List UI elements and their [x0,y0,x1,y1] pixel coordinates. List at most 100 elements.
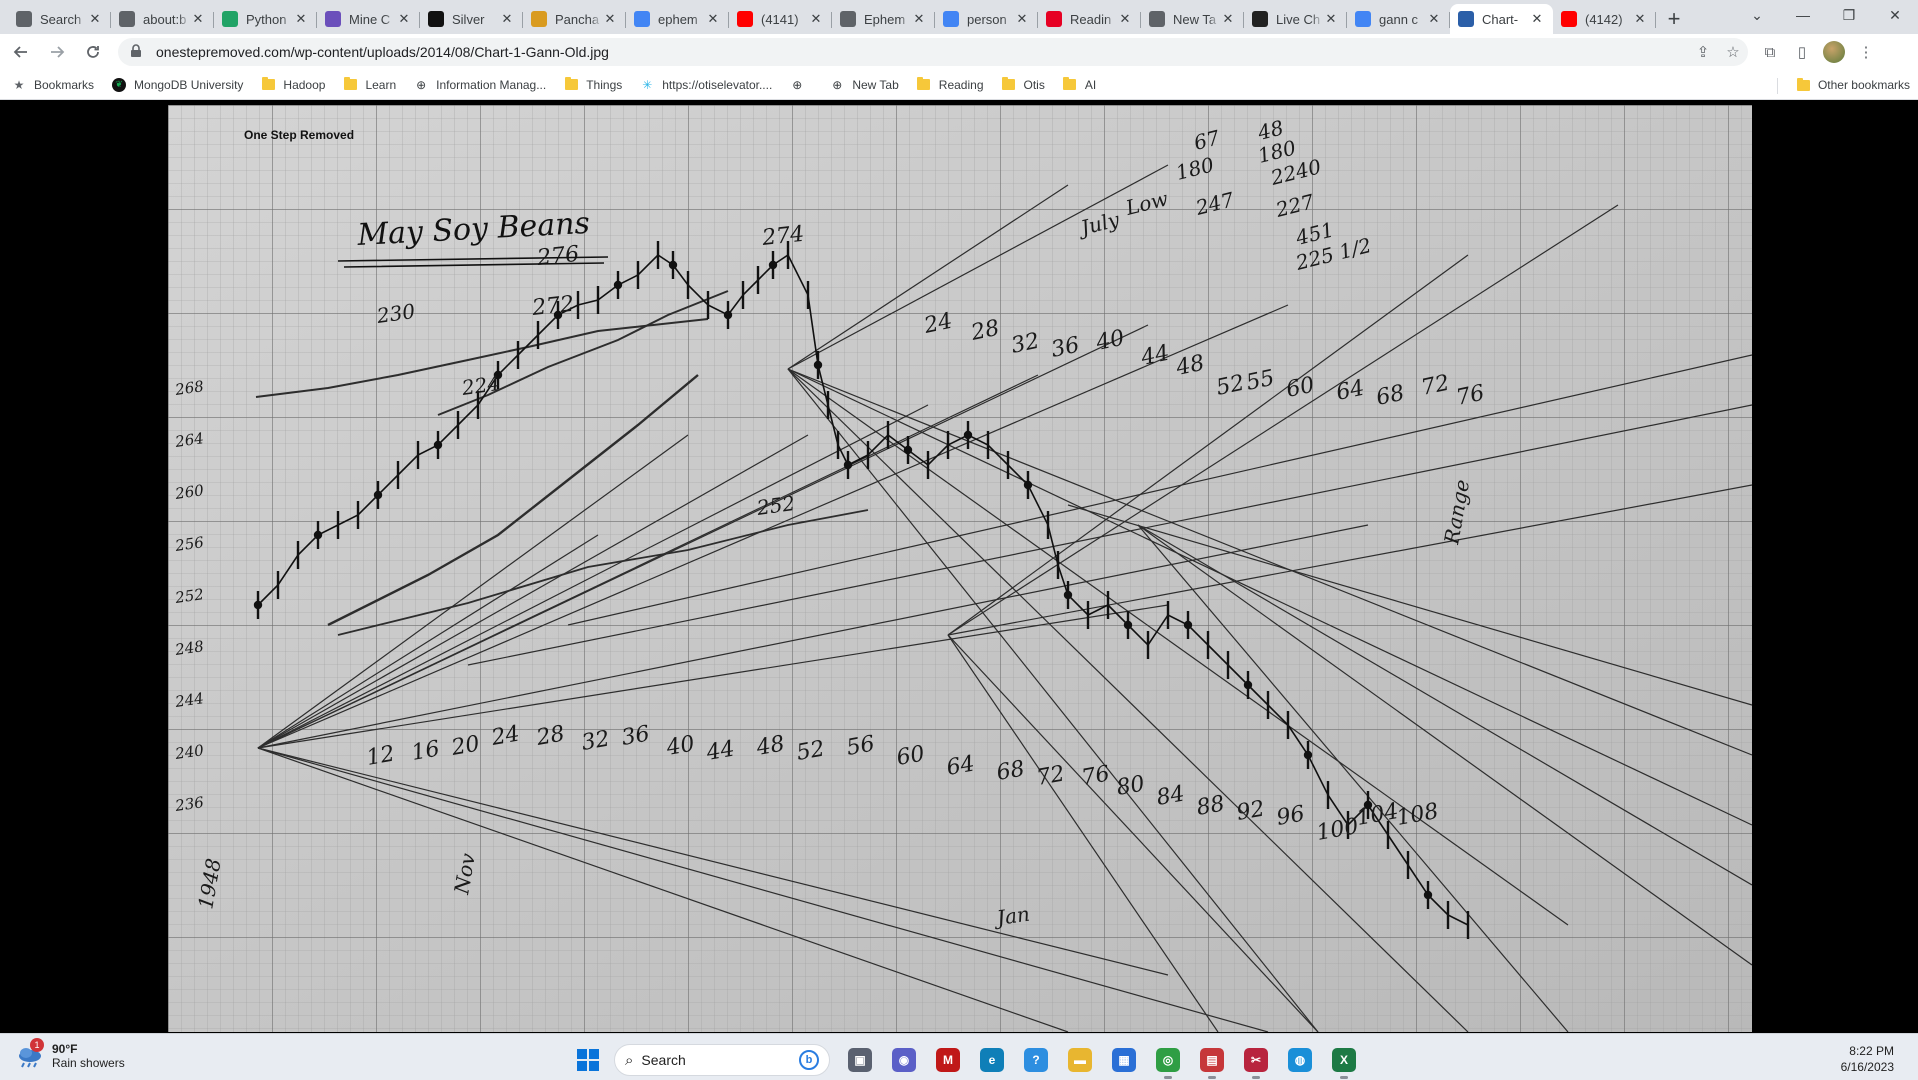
bookmark-item[interactable]: AI [1063,77,1096,92]
tab-close-icon[interactable]: ✕ [911,11,927,27]
count-number: 84 [1155,781,1187,810]
browser-tab[interactable]: Mine C ✕ [317,4,420,34]
taskbar-search[interactable]: ⌕ Search b [614,1044,830,1076]
count-number: 64 [945,751,977,780]
bookmark-item[interactable]: ⊕ Information Manag... [414,78,546,92]
browser-tab[interactable]: Ephem ✕ [832,4,935,34]
reload-icon [87,46,99,58]
count-number: 68 [995,756,1027,785]
count-number: 44 [704,736,737,766]
other-bookmarks[interactable]: Other bookmarks [1796,77,1910,92]
globe-icon: ⊕ [832,77,843,92]
store-taskbar-button[interactable]: ▦ [1104,1040,1144,1080]
start-button[interactable] [570,1042,606,1078]
tab-close-icon[interactable]: ✕ [1632,11,1648,27]
chrome-taskbar-button[interactable]: ◎ [1148,1040,1188,1080]
bookmark-item[interactable]: Learn [343,77,396,92]
mcafee-taskbar-button[interactable]: M [928,1040,968,1080]
browser-tab[interactable]: Chart- ✕ [1450,4,1553,34]
search-icon: ⌕ [625,1051,634,1069]
bookmark-item[interactable]: ⊕ New Tab [830,77,899,92]
chart-app-icon: ▤ [1200,1048,1224,1072]
tab-close-icon[interactable]: ✕ [87,11,103,27]
bookmark-item[interactable]: ⊕ [790,78,812,92]
minimize-button[interactable]: — [1780,0,1826,30]
peak-label: 276 [535,242,580,271]
extensions-icon[interactable]: ⧉ [1754,38,1786,66]
lock-icon[interactable] [130,44,146,60]
tab-close-icon[interactable]: ✕ [1529,11,1545,27]
teams-taskbar-button[interactable]: ◉ [884,1040,924,1080]
globe-app-taskbar-button[interactable]: ◍ [1280,1040,1320,1080]
excel-taskbar-button[interactable]: X [1324,1040,1364,1080]
google-icon [943,11,959,27]
profile-avatar[interactable] [1818,38,1850,66]
close-window-button[interactable]: ✕ [1872,0,1918,30]
browser-tab[interactable]: (4142) ✕ [1553,4,1656,34]
new-tab-button[interactable]: + [1660,4,1688,34]
bookmark-item[interactable]: Things [564,77,622,92]
browser-tab[interactable]: Search ✕ [8,4,111,34]
restore-button[interactable]: ❐ [1826,0,1872,30]
tab-close-icon[interactable]: ✕ [396,11,412,27]
browser-tab[interactable]: (4141) ✕ [729,4,832,34]
browser-tab[interactable]: Silver ✕ [420,4,523,34]
tab-close-icon[interactable]: ✕ [1323,11,1339,27]
system-clock[interactable]: 8:22 PM 6/16/2023 [1841,1043,1894,1075]
tab-close-icon[interactable]: ✕ [808,11,824,27]
globe-icon [119,11,135,27]
edge-taskbar-button[interactable]: e [972,1040,1012,1080]
weather-desc: Rain showers [52,1056,125,1070]
tab-close-icon[interactable]: ✕ [1014,11,1030,27]
count-number: 56 [845,731,877,760]
gann-chart-image[interactable]: 268 264 260 256 252 248 244 240 236 12 16 20 24 28 32 3… [168,105,1752,1032]
help-taskbar-button[interactable]: ? [1016,1040,1056,1080]
bookmark-star-icon[interactable]: ☆ [1718,43,1748,61]
bookmark-item[interactable]: Reading [917,77,984,92]
browser-tab[interactable]: person ✕ [935,4,1038,34]
browser-tab[interactable]: Python ✕ [214,4,317,34]
count-number: 32 [580,726,612,755]
side-panel-icon[interactable]: ▯ [1786,38,1818,66]
browser-tab[interactable]: New Ta ✕ [1141,4,1244,34]
tab-close-icon[interactable]: ✕ [293,11,309,27]
bookmark-item[interactable]: ❦ MongoDB University [112,77,243,92]
tab-close-icon[interactable]: ✕ [602,11,618,27]
browser-tab[interactable]: gann c ✕ [1347,4,1450,34]
bookmark-item[interactable]: ✳ https://otiselevator.... [640,78,772,92]
url-text[interactable]: onestepremoved.com/wp-content/uploads/20… [156,44,1688,60]
bookmark-item[interactable]: ★ Bookmarks [12,78,94,92]
share-icon[interactable]: ⇪ [1688,43,1718,61]
tab-close-icon[interactable]: ✕ [1117,11,1133,27]
snipping-taskbar-button[interactable]: ✂ [1236,1040,1276,1080]
globe-icon [1149,11,1165,27]
file-explorer-taskbar-button[interactable]: ▬ [1060,1040,1100,1080]
bookmark-item[interactable]: Otis [1002,77,1045,92]
watermark: One Step Removed [244,128,354,142]
tab-close-icon[interactable]: ✕ [499,11,515,27]
browser-tab[interactable]: Pancha ✕ [523,4,626,34]
forward-button[interactable] [42,37,72,67]
tab-title: Silver [452,11,485,27]
browser-tab[interactable]: ephem ✕ [626,4,729,34]
tab-search-icon[interactable]: ⌄ [1734,0,1780,30]
bookmark-label: https://otiselevator.... [662,77,773,92]
tab-close-icon[interactable]: ✕ [705,11,721,27]
tab-close-icon[interactable]: ✕ [190,11,206,27]
youtube-icon [737,11,753,27]
browser-tab[interactable]: Readin ✕ [1038,4,1141,34]
back-button[interactable] [6,37,36,67]
app-red-taskbar-button[interactable]: ▤ [1192,1040,1232,1080]
browser-tab[interactable]: about:b ✕ [111,4,214,34]
menu-kebab-icon[interactable]: ⋮ [1850,38,1882,66]
tab-list: Search ✕ about:b ✕ Python ✕ Mine C ✕ Silver ✕ Panc… [8,4,1656,34]
address-bar[interactable]: onestepremoved.com/wp-content/uploads/20… [118,38,1748,66]
reload-button[interactable] [78,37,108,67]
bing-icon[interactable]: b [799,1050,819,1070]
bookmark-item[interactable]: Hadoop [261,77,325,92]
weather-widget[interactable]: 1 90°F Rain showers [16,1038,125,1070]
tab-close-icon[interactable]: ✕ [1426,11,1442,27]
browser-tab[interactable]: Live Ch ✕ [1244,4,1347,34]
tab-close-icon[interactable]: ✕ [1220,11,1236,27]
task-view-taskbar-button[interactable]: ▣ [840,1040,880,1080]
